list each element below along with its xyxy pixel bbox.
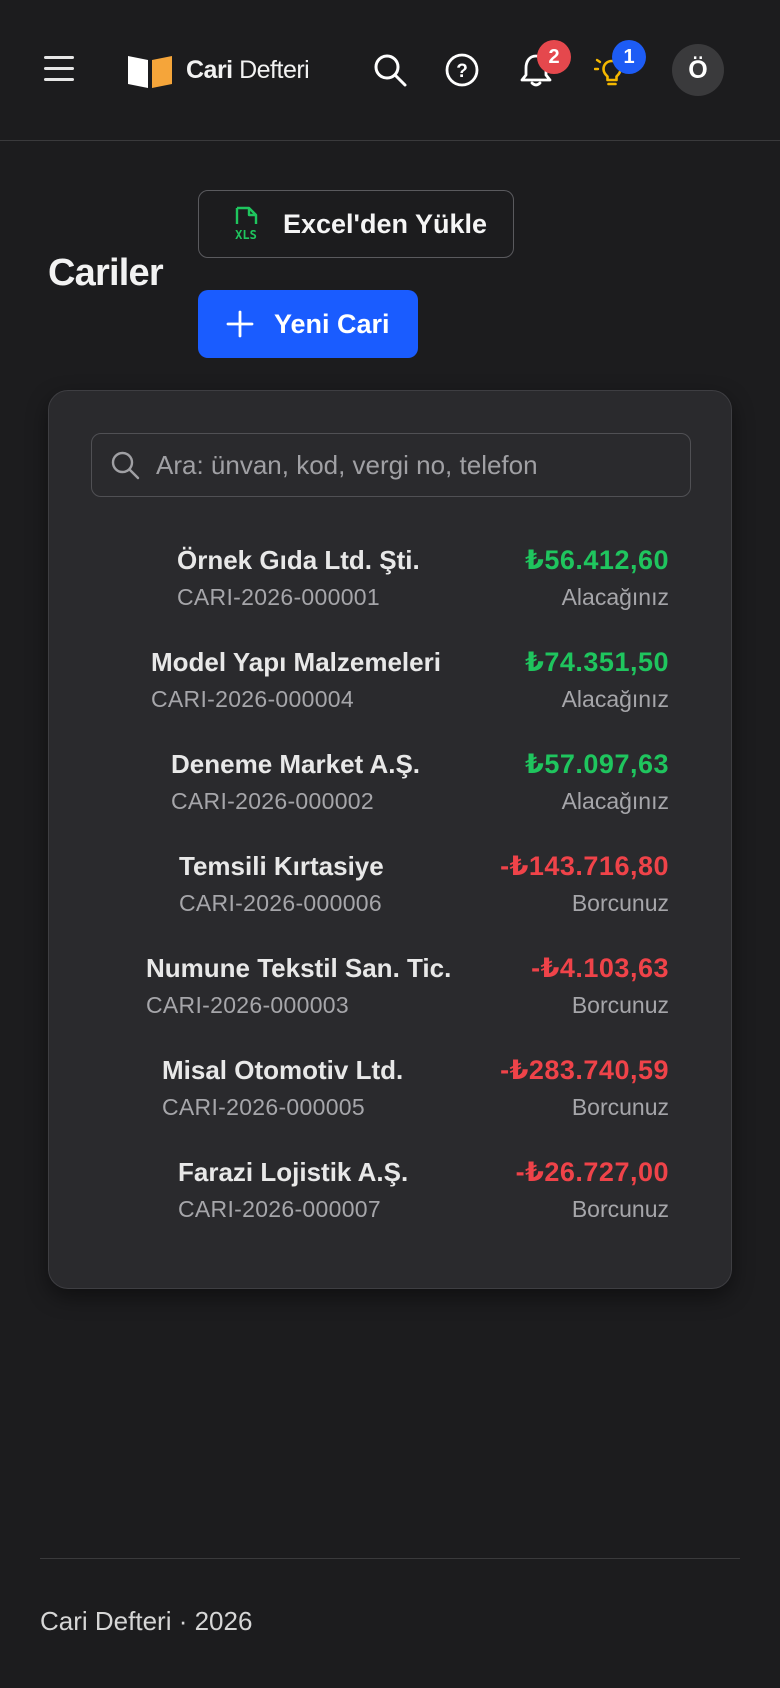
account-code: CARI-2026-000006 bbox=[179, 890, 382, 916]
top-header: Cari Defteri ? 2 1 Ö bbox=[0, 0, 780, 141]
account-row[interactable]: Farazi Lojistik A.Ş. CARI-2026-000007 -₺26… bbox=[49, 1157, 733, 1237]
menu-icon[interactable] bbox=[44, 56, 76, 82]
account-balance: -₺143.716,80 Borcunuz bbox=[500, 851, 669, 917]
account-row[interactable]: Deneme Market A.Ş. CARI-2026-000002 ₺57.09… bbox=[49, 749, 733, 829]
svg-text:?: ? bbox=[456, 61, 468, 82]
search-box[interactable] bbox=[91, 433, 691, 497]
balance-amount: ₺74.351,50 bbox=[525, 647, 669, 677]
account-code: CARI-2026-000002 bbox=[171, 788, 374, 814]
account-info: Deneme Market A.Ş. CARI-2026-000002 bbox=[171, 749, 420, 815]
book-logo-icon bbox=[128, 56, 172, 88]
account-row[interactable]: Misal Otomotiv Ltd. CARI-2026-000005 -₺283… bbox=[49, 1055, 733, 1135]
excel-upload-button[interactable]: XLS Excel'den Yükle bbox=[198, 190, 514, 258]
account-balance: -₺4.103,63 Borcunuz bbox=[531, 953, 669, 1019]
search-icon bbox=[374, 54, 407, 87]
balance-amount: ₺57.097,63 bbox=[525, 749, 669, 779]
footer-text: Cari Defteri · 2026 bbox=[40, 1606, 253, 1636]
footer-divider bbox=[40, 1558, 740, 1559]
account-info: Numune Tekstil San. Tic. CARI-2026-000003 bbox=[146, 953, 451, 1019]
account-code: CARI-2026-000004 bbox=[151, 686, 354, 712]
balance-amount: -₺143.716,80 bbox=[500, 851, 669, 881]
balance-status: Borcunuz bbox=[571, 890, 669, 916]
account-code: CARI-2026-000005 bbox=[162, 1094, 365, 1120]
account-code: CARI-2026-000007 bbox=[178, 1196, 381, 1222]
account-name: Numune Tekstil San. Tic. bbox=[146, 953, 452, 983]
account-name: Misal Otomotiv Ltd. bbox=[162, 1055, 404, 1085]
brand[interactable]: Cari Defteri bbox=[126, 52, 310, 88]
account-code: CARI-2026-000001 bbox=[177, 584, 380, 610]
account-name: Temsili Kırtasiye bbox=[179, 851, 384, 881]
balance-amount: -₺283.740,59 bbox=[500, 1055, 669, 1085]
tips-badge: 1 bbox=[612, 40, 646, 74]
account-info: Farazi Lojistik A.Ş. CARI-2026-000007 bbox=[178, 1157, 408, 1223]
search-input[interactable] bbox=[156, 449, 690, 481]
account-row[interactable]: Temsili Kırtasiye CARI-2026-000006 -₺143.7… bbox=[49, 851, 733, 931]
account-row[interactable]: Model Yapı Malzemeleri CARI-2026-000004 ₺7… bbox=[49, 647, 733, 727]
brand-name-light: Defteri bbox=[239, 55, 310, 84]
balance-status: Alacağınız bbox=[561, 788, 669, 814]
account-name: Farazi Lojistik A.Ş. bbox=[178, 1157, 409, 1187]
search-icon bbox=[111, 451, 140, 480]
balance-status: Borcunuz bbox=[571, 1196, 669, 1222]
balance-status: Alacağınız bbox=[561, 686, 669, 712]
balance-amount: ₺56.412,60 bbox=[525, 545, 669, 575]
account-info: Misal Otomotiv Ltd. CARI-2026-000005 bbox=[162, 1055, 403, 1121]
page-title: Cariler bbox=[48, 252, 164, 294]
account-row[interactable]: Numune Tekstil San. Tic. CARI-2026-000003… bbox=[49, 953, 733, 1033]
account-code: CARI-2026-000003 bbox=[146, 992, 349, 1018]
account-info: Örnek Gıda Ltd. Şti. CARI-2026-000001 bbox=[177, 545, 420, 611]
balance-status: Alacağınız bbox=[561, 584, 669, 610]
account-name: Örnek Gıda Ltd. Şti. bbox=[177, 545, 420, 575]
new-account-button[interactable]: Yeni Cari bbox=[198, 290, 418, 358]
balance-amount: -₺4.103,63 bbox=[531, 953, 669, 983]
svg-text:XLS: XLS bbox=[235, 228, 257, 242]
account-name: Model Yapı Malzemeleri bbox=[151, 647, 441, 677]
app-page: Cari Defteri ? 2 1 Ö Cariler XLS Excel'd… bbox=[0, 0, 780, 1688]
account-info: Model Yapı Malzemeleri CARI-2026-000004 bbox=[151, 647, 441, 713]
account-row[interactable]: Örnek Gıda Ltd. Şti. CARI-2026-000001 ₺56.… bbox=[49, 545, 733, 625]
balance-amount: -₺26.727,00 bbox=[515, 1157, 669, 1187]
account-balance: -₺26.727,00 Borcunuz bbox=[516, 1157, 669, 1223]
new-account-label: Yeni Cari bbox=[274, 308, 390, 339]
help-icon: ? bbox=[445, 53, 479, 87]
balance-status: Borcunuz bbox=[571, 1094, 669, 1120]
brand-name-bold: Cari bbox=[186, 55, 233, 84]
excel-upload-label: Excel'den Yükle bbox=[283, 208, 488, 239]
account-balance: ₺57.097,63 Alacağınız bbox=[525, 749, 669, 815]
balance-status: Borcunuz bbox=[571, 992, 669, 1018]
account-balance: -₺283.740,59 Borcunuz bbox=[500, 1055, 669, 1121]
excel-file-icon: XLS bbox=[235, 206, 258, 242]
search-button[interactable] bbox=[368, 48, 412, 92]
account-balance: ₺74.351,50 Alacağınız bbox=[525, 647, 669, 713]
account-name: Deneme Market A.Ş. bbox=[171, 749, 421, 779]
user-avatar[interactable]: Ö bbox=[672, 44, 724, 96]
plus-icon bbox=[226, 310, 254, 338]
notifications-badge: 2 bbox=[537, 40, 571, 74]
help-button[interactable]: ? bbox=[440, 48, 484, 92]
account-balance: ₺56.412,60 Alacağınız bbox=[525, 545, 669, 611]
account-info: Temsili Kırtasiye CARI-2026-000006 bbox=[179, 851, 384, 917]
accounts-card: Örnek Gıda Ltd. Şti. CARI-2026-000001 ₺56.… bbox=[48, 390, 732, 1289]
